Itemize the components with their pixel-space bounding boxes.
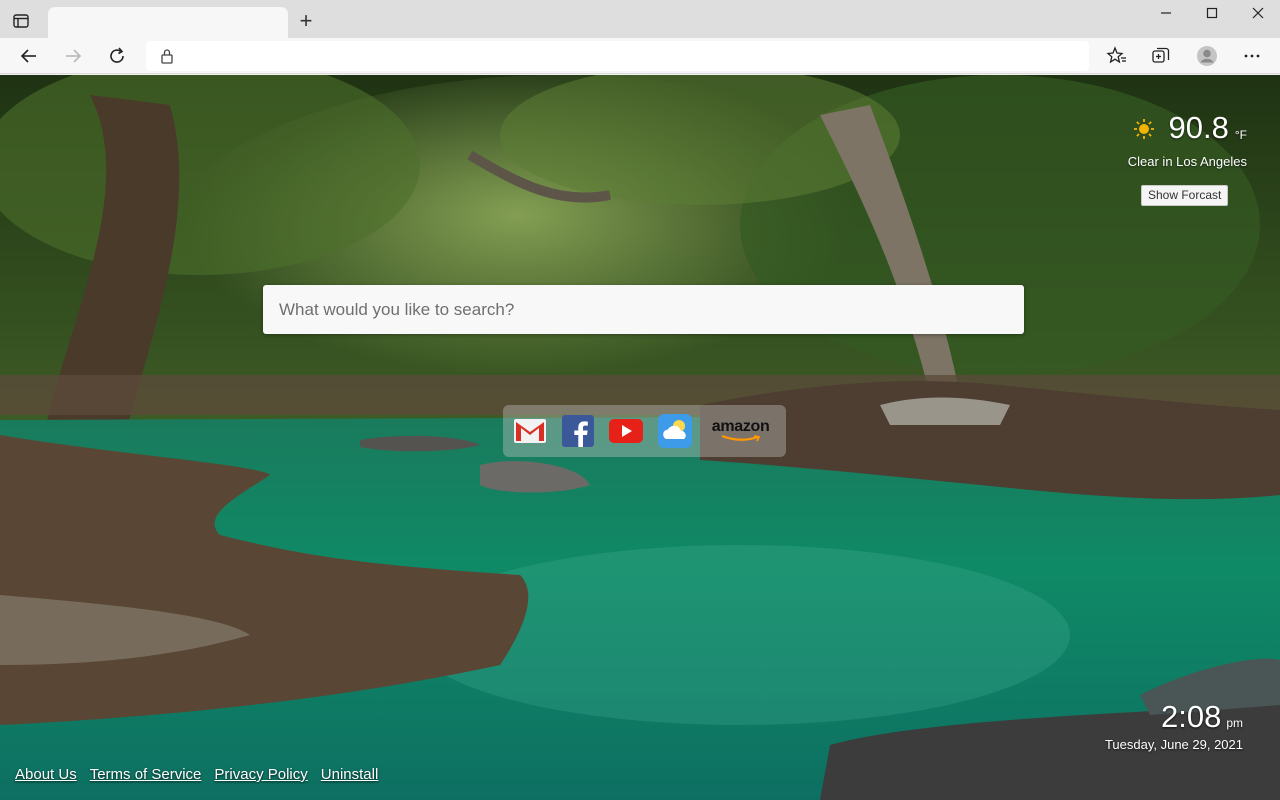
close-icon[interactable]	[1243, 4, 1273, 22]
new-tab-page: 90.8 °F Clear in Los Angeles Show Forcas…	[0, 75, 1280, 800]
temperature-unit: °F	[1234, 128, 1247, 142]
quick-links-bar: amazon	[503, 405, 786, 457]
about-us-link[interactable]: About Us	[15, 766, 77, 783]
uninstall-link[interactable]: Uninstall	[321, 766, 379, 783]
lock-icon[interactable]	[160, 48, 174, 64]
minimize-icon[interactable]	[1151, 4, 1181, 22]
footer-links: About Us Terms of Service Privacy Policy…	[15, 766, 391, 783]
search-input[interactable]	[263, 285, 1024, 334]
address-bar[interactable]	[146, 41, 1089, 71]
address-input[interactable]	[186, 46, 1066, 66]
amazon-logo[interactable]: amazon	[706, 413, 775, 449]
browser-titlebar: +	[0, 0, 1280, 38]
terms-of-service-link[interactable]: Terms of Service	[90, 766, 202, 783]
maximize-icon[interactable]	[1197, 4, 1227, 22]
gmail-icon[interactable]	[511, 413, 548, 449]
clock-time: 2:08	[1160, 699, 1222, 734]
clock-widget: 2:08 pm Tuesday, June 29, 2021	[1104, 700, 1243, 753]
new-tab-button[interactable]: +	[295, 10, 317, 32]
facebook-icon[interactable]	[559, 413, 596, 449]
collections-icon[interactable]	[1150, 45, 1172, 67]
back-arrow-icon[interactable]	[18, 45, 40, 67]
refresh-icon[interactable]	[106, 45, 128, 67]
temperature-value: 90.8	[1168, 110, 1229, 145]
more-menu-icon[interactable]	[1241, 45, 1263, 67]
clock-date: Tuesday, June 29, 2021	[1104, 737, 1243, 752]
privacy-policy-link[interactable]: Privacy Policy	[214, 766, 307, 783]
show-forecast-button[interactable]: Show Forcast	[1141, 185, 1229, 206]
amazon-label: amazon	[711, 418, 770, 435]
weather-cloud-icon[interactable]	[656, 413, 693, 449]
profile-avatar-icon[interactable]	[1196, 45, 1218, 67]
tab-actions-icon[interactable]	[12, 12, 30, 30]
sun-icon	[1133, 119, 1154, 139]
favorites-star-icon[interactable]	[1106, 45, 1128, 67]
browser-tab-active[interactable]	[48, 7, 288, 38]
clock-ampm: pm	[1226, 716, 1243, 730]
amazon-smile-icon	[721, 435, 760, 442]
weather-condition: Clear in Los Angeles	[1127, 154, 1247, 169]
time-row: 2:08 pm	[1105, 700, 1243, 734]
forward-arrow-icon[interactable]	[62, 45, 84, 67]
weather-widget: 90.8 °F Clear in Los Angeles	[1087, 108, 1247, 169]
browser-toolbar	[0, 38, 1280, 74]
temperature-row: 90.8 °F	[1087, 108, 1247, 146]
youtube-icon[interactable]	[608, 413, 645, 449]
search-box	[263, 285, 1024, 334]
